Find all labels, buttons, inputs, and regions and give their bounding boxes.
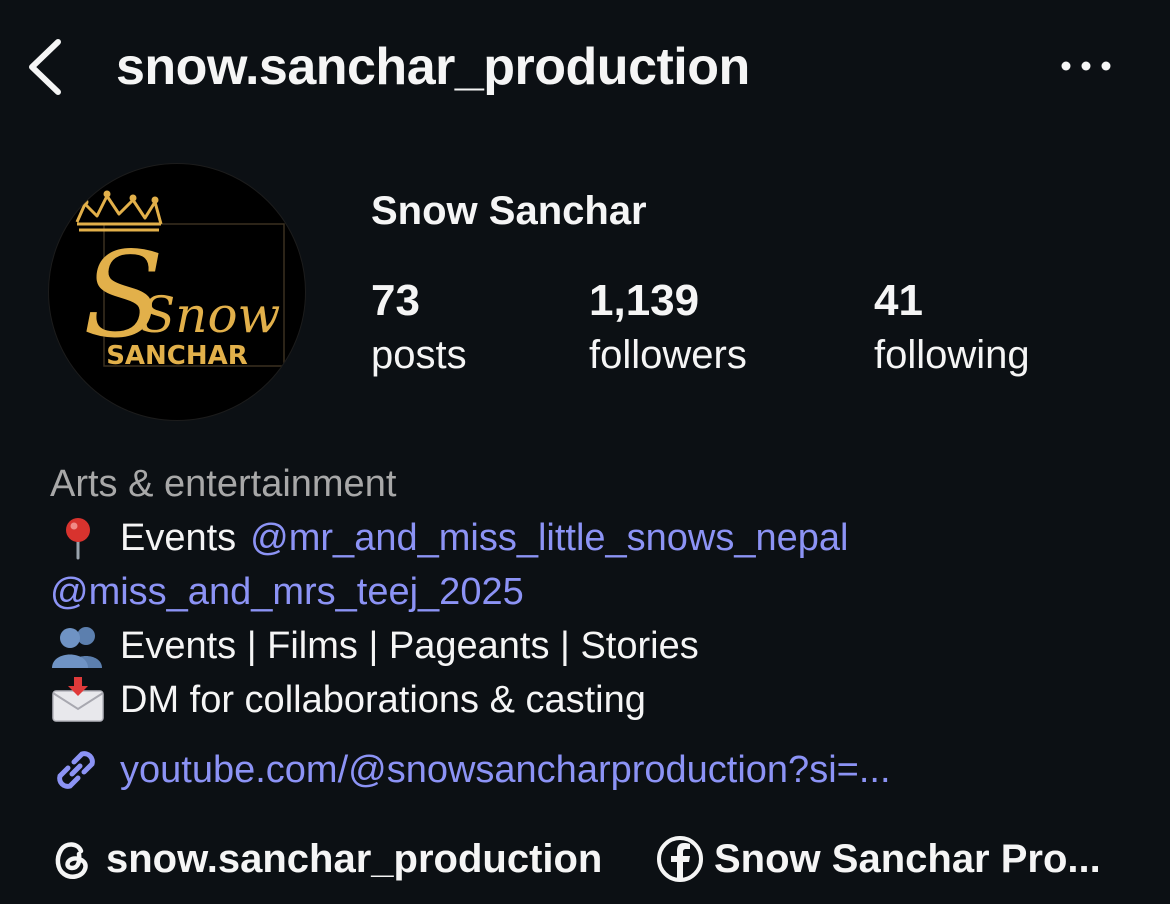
- facebook-page-name: Snow Sanchar Pro...: [714, 837, 1101, 881]
- followers-count: 1,139: [589, 276, 700, 325]
- more-options-button[interactable]: [1058, 52, 1114, 80]
- followers-stat[interactable]: 1,139 followers: [589, 276, 747, 380]
- crown-icon: [75, 194, 163, 232]
- chevron-left-icon: [29, 39, 61, 95]
- posts-label: posts: [371, 333, 467, 377]
- svg-text:Snow: Snow: [141, 286, 280, 344]
- threads-icon: [55, 842, 88, 879]
- posts-count: 73: [371, 276, 420, 325]
- facebook-link[interactable]: Snow Sanchar Pro...: [656, 833, 1101, 885]
- external-link[interactable]: youtube.com/@snowsancharproduction?si=..…: [120, 745, 891, 795]
- people-emoji-icon: [50, 624, 106, 668]
- display-name: Snow Sanchar: [371, 189, 647, 233]
- bio-line-categories: Events | Films | Pageants | Stories: [50, 622, 699, 670]
- back-button[interactable]: [24, 38, 68, 96]
- followers-label: followers: [589, 333, 747, 377]
- svg-text:SANCHAR: SANCHAR: [106, 341, 248, 371]
- bio-line-events: Events @mr_and_miss_little_snows_nepal: [50, 514, 849, 562]
- threads-link[interactable]: snow.sanchar_production: [48, 833, 602, 885]
- more-horizontal-icon: [1061, 61, 1111, 71]
- bio-events-text: Events: [120, 517, 237, 559]
- pin-emoji-icon: [50, 516, 106, 560]
- bio-dm-text: DM for collaborations & casting: [120, 679, 646, 721]
- bio-line-dm: DM for collaborations & casting: [50, 676, 646, 724]
- following-count: 41: [874, 276, 923, 325]
- link-icon: [57, 751, 95, 789]
- bio-line-mention: @miss_and_mrs_teej_2025: [50, 568, 524, 616]
- external-link-row[interactable]: youtube.com/@snowsancharproduction?si=..…: [48, 742, 891, 798]
- following-label: following: [874, 333, 1030, 377]
- following-stat[interactable]: 41 following: [874, 276, 1030, 380]
- mention-link-mr-and-miss[interactable]: @mr_and_miss_little_snows_nepal: [250, 514, 848, 562]
- facebook-icon: [657, 836, 703, 882]
- bio-categories-text: Events | Films | Pageants | Stories: [120, 625, 699, 667]
- mention-link-miss-and-mrs[interactable]: @miss_and_mrs_teej_2025: [50, 568, 524, 616]
- threads-username: snow.sanchar_production: [106, 837, 603, 881]
- posts-stat[interactable]: 73 posts: [371, 276, 467, 380]
- profile-category: Arts & entertainment: [50, 463, 397, 505]
- snow-sanchar-logo: S Snow SANCHAR: [75, 190, 285, 371]
- envelope-emoji-icon: [50, 677, 106, 722]
- profile-username: snow.sanchar_production: [116, 38, 750, 96]
- profile-avatar[interactable]: S Snow SANCHAR: [48, 163, 306, 421]
